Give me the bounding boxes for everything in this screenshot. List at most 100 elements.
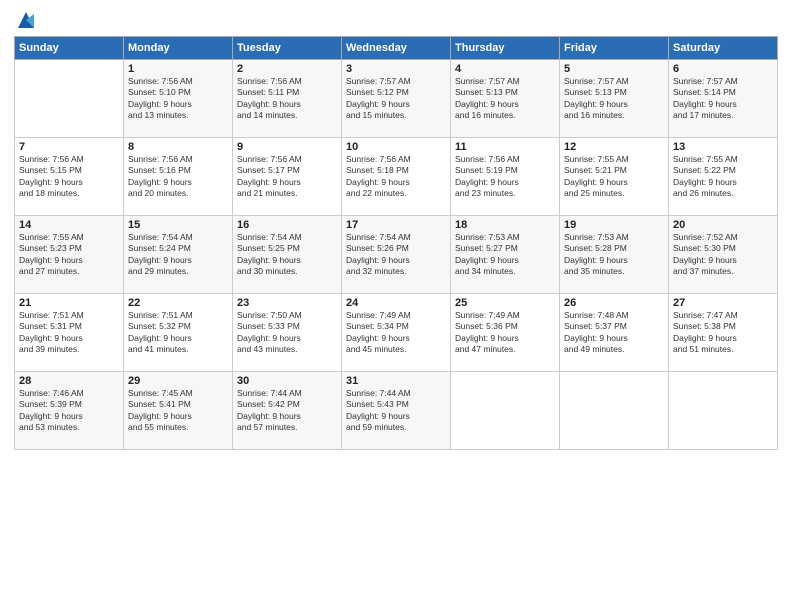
day-info: Sunrise: 7:55 AM Sunset: 5:23 PM Dayligh… <box>19 232 119 278</box>
weekday-header-saturday: Saturday <box>669 37 778 60</box>
day-cell <box>560 372 669 450</box>
day-number: 12 <box>564 141 664 153</box>
day-cell: 26Sunrise: 7:48 AM Sunset: 5:37 PM Dayli… <box>560 294 669 372</box>
day-cell: 20Sunrise: 7:52 AM Sunset: 5:30 PM Dayli… <box>669 216 778 294</box>
day-info: Sunrise: 7:56 AM Sunset: 5:16 PM Dayligh… <box>128 154 228 200</box>
logo-icon <box>16 10 36 30</box>
day-info: Sunrise: 7:56 AM Sunset: 5:11 PM Dayligh… <box>237 76 337 122</box>
day-cell: 2Sunrise: 7:56 AM Sunset: 5:11 PM Daylig… <box>233 60 342 138</box>
day-number: 3 <box>346 63 446 75</box>
day-info: Sunrise: 7:56 AM Sunset: 5:18 PM Dayligh… <box>346 154 446 200</box>
weekday-header-monday: Monday <box>124 37 233 60</box>
day-info: Sunrise: 7:51 AM Sunset: 5:32 PM Dayligh… <box>128 310 228 356</box>
page-header <box>14 10 778 30</box>
day-number: 27 <box>673 297 773 309</box>
day-info: Sunrise: 7:51 AM Sunset: 5:31 PM Dayligh… <box>19 310 119 356</box>
day-cell: 1Sunrise: 7:56 AM Sunset: 5:10 PM Daylig… <box>124 60 233 138</box>
calendar-table: SundayMondayTuesdayWednesdayThursdayFrid… <box>14 36 778 450</box>
day-info: Sunrise: 7:56 AM Sunset: 5:15 PM Dayligh… <box>19 154 119 200</box>
day-info: Sunrise: 7:47 AM Sunset: 5:38 PM Dayligh… <box>673 310 773 356</box>
day-number: 30 <box>237 375 337 387</box>
day-info: Sunrise: 7:56 AM Sunset: 5:17 PM Dayligh… <box>237 154 337 200</box>
day-info: Sunrise: 7:57 AM Sunset: 5:13 PM Dayligh… <box>455 76 555 122</box>
day-info: Sunrise: 7:57 AM Sunset: 5:14 PM Dayligh… <box>673 76 773 122</box>
day-cell: 11Sunrise: 7:56 AM Sunset: 5:19 PM Dayli… <box>451 138 560 216</box>
day-number: 21 <box>19 297 119 309</box>
day-info: Sunrise: 7:45 AM Sunset: 5:41 PM Dayligh… <box>128 388 228 434</box>
week-row-4: 21Sunrise: 7:51 AM Sunset: 5:31 PM Dayli… <box>15 294 778 372</box>
day-cell: 13Sunrise: 7:55 AM Sunset: 5:22 PM Dayli… <box>669 138 778 216</box>
day-cell: 5Sunrise: 7:57 AM Sunset: 5:13 PM Daylig… <box>560 60 669 138</box>
day-cell: 17Sunrise: 7:54 AM Sunset: 5:26 PM Dayli… <box>342 216 451 294</box>
day-cell <box>669 372 778 450</box>
logo <box>14 10 36 30</box>
week-row-2: 7Sunrise: 7:56 AM Sunset: 5:15 PM Daylig… <box>15 138 778 216</box>
day-cell: 21Sunrise: 7:51 AM Sunset: 5:31 PM Dayli… <box>15 294 124 372</box>
day-number: 25 <box>455 297 555 309</box>
day-info: Sunrise: 7:44 AM Sunset: 5:42 PM Dayligh… <box>237 388 337 434</box>
day-cell: 28Sunrise: 7:46 AM Sunset: 5:39 PM Dayli… <box>15 372 124 450</box>
day-info: Sunrise: 7:54 AM Sunset: 5:26 PM Dayligh… <box>346 232 446 278</box>
day-info: Sunrise: 7:50 AM Sunset: 5:33 PM Dayligh… <box>237 310 337 356</box>
day-number: 10 <box>346 141 446 153</box>
day-cell: 29Sunrise: 7:45 AM Sunset: 5:41 PM Dayli… <box>124 372 233 450</box>
day-number: 15 <box>128 219 228 231</box>
day-cell: 6Sunrise: 7:57 AM Sunset: 5:14 PM Daylig… <box>669 60 778 138</box>
day-cell: 9Sunrise: 7:56 AM Sunset: 5:17 PM Daylig… <box>233 138 342 216</box>
week-row-1: 1Sunrise: 7:56 AM Sunset: 5:10 PM Daylig… <box>15 60 778 138</box>
day-info: Sunrise: 7:56 AM Sunset: 5:19 PM Dayligh… <box>455 154 555 200</box>
day-cell: 25Sunrise: 7:49 AM Sunset: 5:36 PM Dayli… <box>451 294 560 372</box>
day-info: Sunrise: 7:49 AM Sunset: 5:34 PM Dayligh… <box>346 310 446 356</box>
day-cell: 22Sunrise: 7:51 AM Sunset: 5:32 PM Dayli… <box>124 294 233 372</box>
day-number: 4 <box>455 63 555 75</box>
day-number: 20 <box>673 219 773 231</box>
day-info: Sunrise: 7:44 AM Sunset: 5:43 PM Dayligh… <box>346 388 446 434</box>
day-cell: 30Sunrise: 7:44 AM Sunset: 5:42 PM Dayli… <box>233 372 342 450</box>
day-number: 17 <box>346 219 446 231</box>
day-cell: 15Sunrise: 7:54 AM Sunset: 5:24 PM Dayli… <box>124 216 233 294</box>
day-cell: 14Sunrise: 7:55 AM Sunset: 5:23 PM Dayli… <box>15 216 124 294</box>
day-info: Sunrise: 7:54 AM Sunset: 5:25 PM Dayligh… <box>237 232 337 278</box>
day-info: Sunrise: 7:53 AM Sunset: 5:27 PM Dayligh… <box>455 232 555 278</box>
day-cell: 27Sunrise: 7:47 AM Sunset: 5:38 PM Dayli… <box>669 294 778 372</box>
day-info: Sunrise: 7:52 AM Sunset: 5:30 PM Dayligh… <box>673 232 773 278</box>
day-info: Sunrise: 7:46 AM Sunset: 5:39 PM Dayligh… <box>19 388 119 434</box>
day-info: Sunrise: 7:56 AM Sunset: 5:10 PM Dayligh… <box>128 76 228 122</box>
day-number: 16 <box>237 219 337 231</box>
day-number: 13 <box>673 141 773 153</box>
day-info: Sunrise: 7:57 AM Sunset: 5:13 PM Dayligh… <box>564 76 664 122</box>
day-info: Sunrise: 7:55 AM Sunset: 5:22 PM Dayligh… <box>673 154 773 200</box>
weekday-header-row: SundayMondayTuesdayWednesdayThursdayFrid… <box>15 37 778 60</box>
day-info: Sunrise: 7:55 AM Sunset: 5:21 PM Dayligh… <box>564 154 664 200</box>
day-cell <box>15 60 124 138</box>
day-number: 1 <box>128 63 228 75</box>
day-number: 23 <box>237 297 337 309</box>
weekday-header-wednesday: Wednesday <box>342 37 451 60</box>
day-cell: 18Sunrise: 7:53 AM Sunset: 5:27 PM Dayli… <box>451 216 560 294</box>
day-cell: 8Sunrise: 7:56 AM Sunset: 5:16 PM Daylig… <box>124 138 233 216</box>
weekday-header-tuesday: Tuesday <box>233 37 342 60</box>
day-cell <box>451 372 560 450</box>
day-number: 26 <box>564 297 664 309</box>
day-number: 6 <box>673 63 773 75</box>
day-number: 29 <box>128 375 228 387</box>
day-info: Sunrise: 7:54 AM Sunset: 5:24 PM Dayligh… <box>128 232 228 278</box>
day-cell: 19Sunrise: 7:53 AM Sunset: 5:28 PM Dayli… <box>560 216 669 294</box>
week-row-3: 14Sunrise: 7:55 AM Sunset: 5:23 PM Dayli… <box>15 216 778 294</box>
day-number: 31 <box>346 375 446 387</box>
day-cell: 24Sunrise: 7:49 AM Sunset: 5:34 PM Dayli… <box>342 294 451 372</box>
day-number: 18 <box>455 219 555 231</box>
day-number: 14 <box>19 219 119 231</box>
day-number: 22 <box>128 297 228 309</box>
day-cell: 31Sunrise: 7:44 AM Sunset: 5:43 PM Dayli… <box>342 372 451 450</box>
day-cell: 7Sunrise: 7:56 AM Sunset: 5:15 PM Daylig… <box>15 138 124 216</box>
day-number: 5 <box>564 63 664 75</box>
day-cell: 16Sunrise: 7:54 AM Sunset: 5:25 PM Dayli… <box>233 216 342 294</box>
day-number: 8 <box>128 141 228 153</box>
day-number: 11 <box>455 141 555 153</box>
day-cell: 10Sunrise: 7:56 AM Sunset: 5:18 PM Dayli… <box>342 138 451 216</box>
day-cell: 12Sunrise: 7:55 AM Sunset: 5:21 PM Dayli… <box>560 138 669 216</box>
day-number: 9 <box>237 141 337 153</box>
day-number: 2 <box>237 63 337 75</box>
day-cell: 3Sunrise: 7:57 AM Sunset: 5:12 PM Daylig… <box>342 60 451 138</box>
